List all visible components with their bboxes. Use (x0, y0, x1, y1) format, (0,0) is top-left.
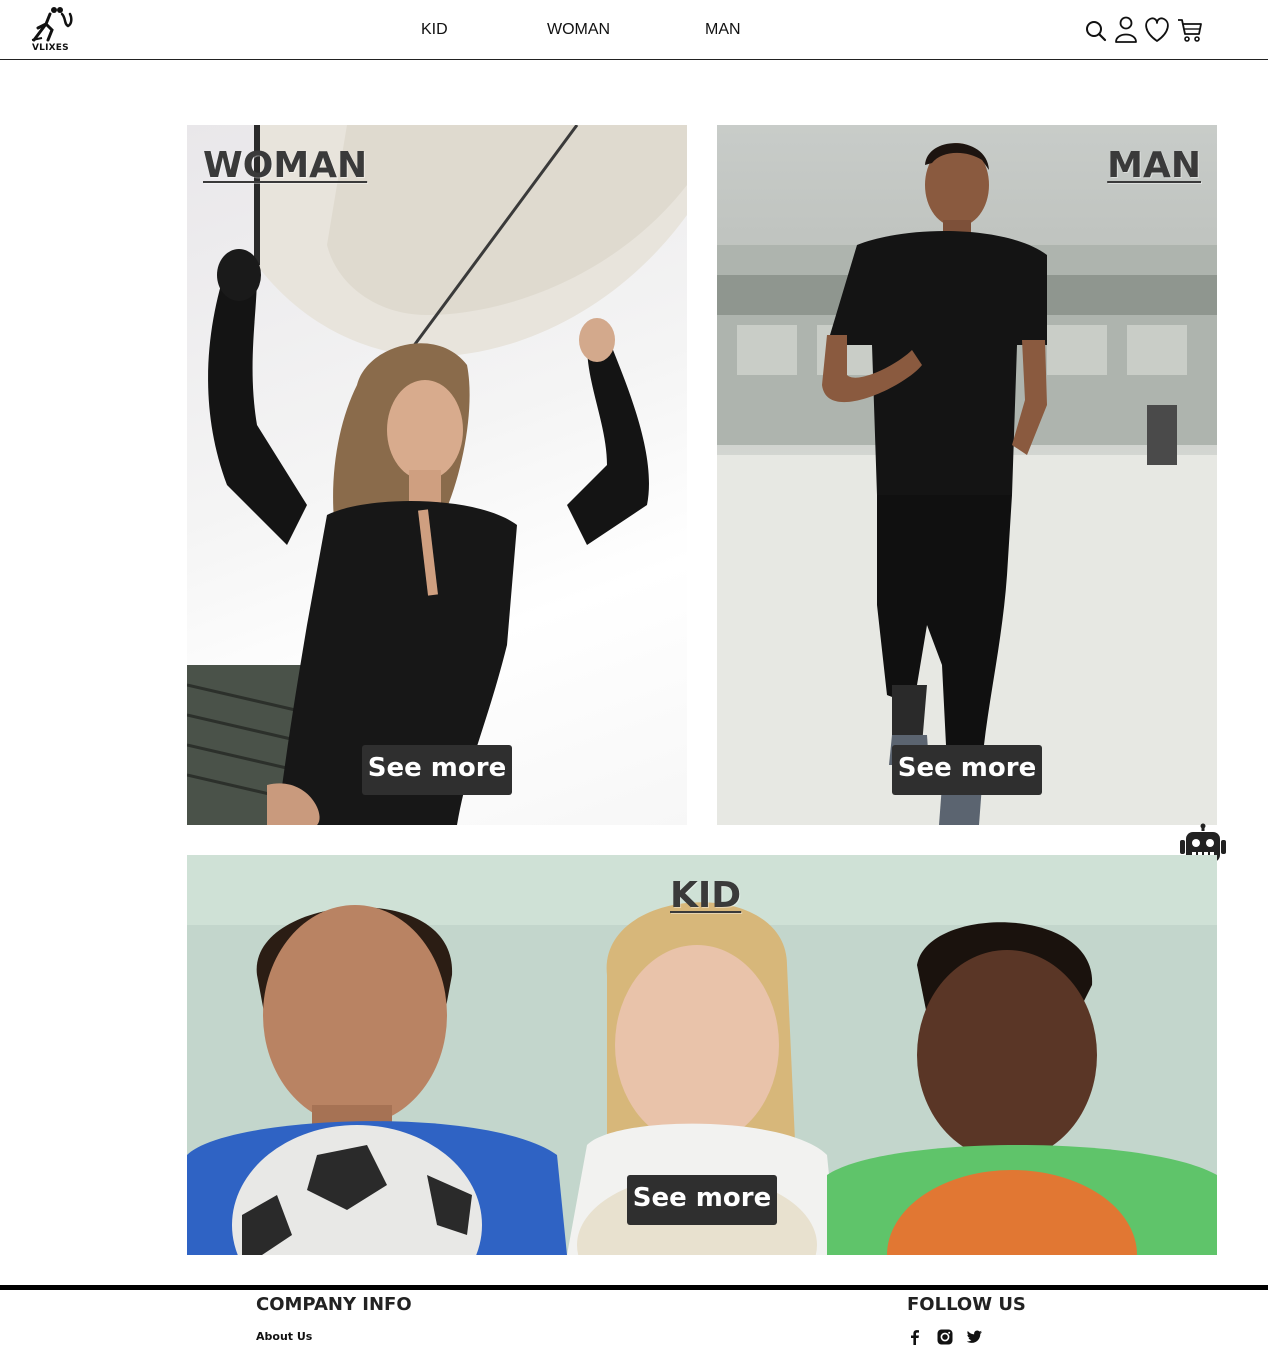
cart-icon[interactable] (1175, 14, 1205, 44)
kid-category-title[interactable]: KID (670, 875, 741, 916)
search-icon[interactable] (1082, 14, 1112, 44)
follow-us-heading: FOLLOW US (907, 1294, 1026, 1315)
woman-category-title[interactable]: WOMAN (203, 145, 367, 186)
man-category-title[interactable]: MAN (1107, 145, 1201, 186)
nav-man[interactable]: MAN (705, 21, 741, 39)
category-card-woman[interactable]: WOMAN See more (187, 125, 687, 825)
category-card-kid[interactable]: KID See more (187, 855, 1217, 1255)
twitter-icon[interactable] (965, 1328, 983, 1346)
instagram-icon[interactable] (936, 1328, 954, 1346)
nav-kid[interactable]: KID (421, 21, 448, 39)
woman-photo (187, 125, 687, 825)
man-see-more-button[interactable]: See more (892, 745, 1042, 795)
user-icon[interactable] (1111, 14, 1141, 44)
man-photo (717, 143, 1217, 825)
nav-woman[interactable]: WOMAN (547, 21, 610, 39)
footer-divider (0, 1285, 1268, 1290)
category-card-man[interactable]: MAN See more (717, 125, 1217, 825)
about-us-link[interactable]: About Us (256, 1330, 312, 1343)
company-info-heading: COMPANY INFO (256, 1294, 412, 1315)
woman-see-more-button[interactable]: See more (362, 745, 512, 795)
site-header: VLIXES KID WOMAN MAN (0, 0, 1268, 60)
heart-icon[interactable] (1142, 14, 1172, 44)
facebook-icon[interactable] (906, 1328, 924, 1346)
brand-name: VLIXES (32, 43, 69, 53)
kid-see-more-button[interactable]: See more (627, 1175, 777, 1225)
